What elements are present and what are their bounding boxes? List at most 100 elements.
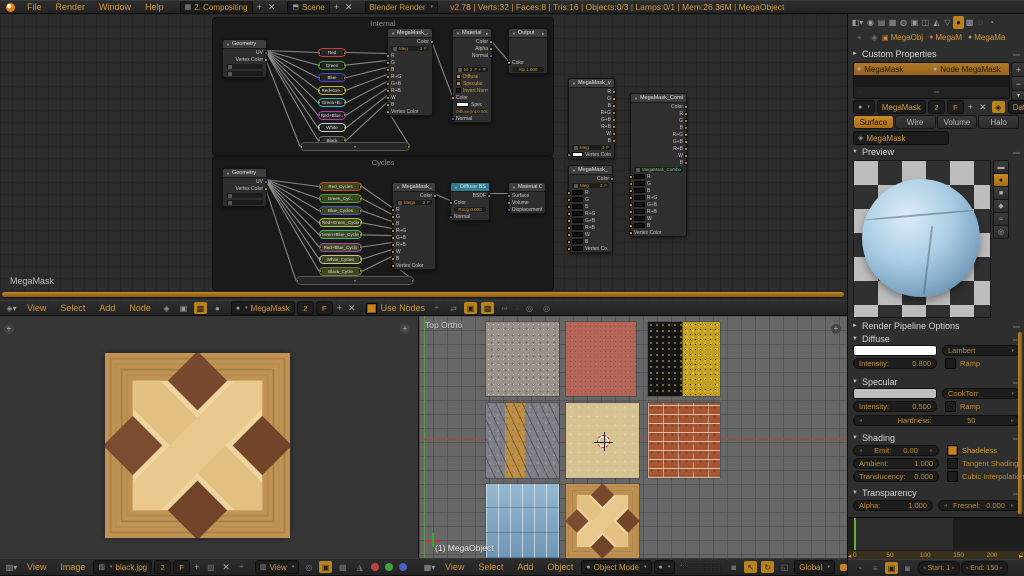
node-header[interactable]: ▼MegaMask_ — [569, 166, 612, 175]
decrement-arrow-icon[interactable]: ◂ — [859, 447, 862, 454]
tab-world-icon[interactable]: ◍ — [898, 16, 909, 29]
output-socket[interactable] — [684, 140, 688, 144]
pin-icon[interactable]: ⌖ — [853, 32, 866, 44]
layers-widget[interactable] — [680, 564, 721, 571]
node-row-g-b[interactable]: G+B — [631, 201, 686, 208]
input-socket[interactable] — [567, 247, 571, 251]
layer-cell[interactable] — [680, 564, 683, 567]
node-row-field[interactable] — [223, 70, 266, 77]
diffuse-shader-dropdown[interactable]: Lambert▾ — [942, 345, 1020, 356]
paint-icon[interactable]: ▩ — [481, 302, 494, 314]
node-row-displacement[interactable]: Displacement — [509, 206, 545, 213]
zoom-border-icon[interactable]: ◎ — [540, 302, 553, 314]
breadcrumb-megama[interactable]: ●MegaMa — [968, 33, 1005, 42]
transform-orientation-selector[interactable]: Global▾ — [794, 560, 835, 574]
diffuse-color-swatch[interactable] — [853, 345, 937, 356]
draw-alpha-icon[interactable]: ▩ — [336, 561, 349, 573]
value-swatch[interactable] — [572, 239, 583, 244]
value-swatch[interactable] — [572, 152, 583, 157]
texture-red-rough[interactable] — [566, 322, 636, 396]
input-socket[interactable] — [567, 226, 571, 230]
monkey-preview-button[interactable]: ◆ — [993, 199, 1009, 213]
tab-modifiers-icon[interactable]: ◭ — [931, 16, 942, 29]
viewport-shading-selector[interactable]: ●▾ — [654, 560, 676, 574]
layer-group[interactable] — [702, 564, 721, 571]
menu-view[interactable]: View — [21, 303, 52, 313]
node-pill-red-blue[interactable]: Red+Blue.. — [318, 111, 346, 120]
checkbox[interactable] — [947, 445, 958, 456]
node-row-g-b[interactable]: G+B — [393, 234, 435, 241]
datablock-field[interactable] — [226, 64, 263, 70]
collapse-arrow-icon[interactable]: ▼ — [634, 96, 638, 101]
compositing-type-icon[interactable]: ▩ — [194, 302, 207, 314]
input-socket[interactable] — [629, 182, 633, 186]
input-socket[interactable] — [629, 203, 633, 207]
fake-user-button[interactable]: F — [947, 100, 964, 114]
output-socket[interactable] — [612, 132, 616, 136]
node-header[interactable]: ▼Geometry — [223, 169, 266, 178]
node-row-w[interactable]: W — [569, 231, 612, 238]
scene-selector[interactable]: ⬒Scene — [287, 0, 329, 14]
menu-render[interactable]: Render — [50, 2, 92, 12]
node-row-field[interactable] — [223, 199, 266, 206]
node-row-alp-1-000[interactable]: Alp 1.000 — [509, 66, 547, 73]
output-socket[interactable] — [343, 126, 346, 130]
input-socket[interactable] — [567, 153, 571, 157]
cube-preview-button[interactable]: ■ — [993, 186, 1009, 200]
checkbox[interactable] — [947, 458, 958, 469]
node-row-r-g[interactable]: R+G — [388, 73, 432, 80]
shading-emitslider[interactable]: ◂Emit:0.00▸ — [853, 445, 939, 456]
clock-icon[interactable]: ◔ — [853, 562, 866, 574]
node-row-b[interactable]: B — [393, 255, 435, 262]
tab-scene-icon[interactable]: ▦ — [887, 16, 898, 29]
close-scene-button[interactable]: ✕ — [343, 2, 355, 13]
unlink-material-button[interactable]: ✕ — [346, 303, 358, 314]
node-row-w[interactable]: W — [388, 94, 432, 101]
node-row-meg[interactable]: Meg3F — [569, 182, 612, 189]
flat-preview-button[interactable]: ▬ — [993, 160, 1009, 174]
output-node[interactable]: ▼Output●ColorAlp 1.000 — [508, 28, 548, 74]
diffuse-bsdf-node[interactable]: ▼Diffuse BSDFBSDFColorRoug 0.000Normal — [450, 182, 490, 221]
output-socket[interactable] — [489, 47, 493, 51]
output-socket[interactable] — [264, 180, 268, 184]
layer-cell[interactable] — [718, 564, 721, 567]
mode-selector[interactable]: ▥View▾ — [255, 560, 299, 574]
hair-preview-button[interactable]: ≈ — [993, 212, 1009, 226]
layer-cell[interactable] — [714, 568, 717, 571]
node-icon[interactable]: ◈ — [868, 32, 881, 44]
datablock-field[interactable]: Meg3F — [572, 145, 611, 151]
layer-cell[interactable] — [684, 564, 687, 567]
input-socket[interactable] — [451, 96, 455, 100]
node-material-field[interactable]: ◈MegaMask — [853, 131, 949, 145]
list-filter-row[interactable]: ◌═ — [854, 87, 1009, 98]
input-socket[interactable] — [567, 219, 571, 223]
input-socket[interactable] — [319, 197, 322, 201]
node-row-g-b[interactable]: G+B — [388, 80, 432, 87]
tab-particles-icon[interactable]: ◌ — [975, 16, 986, 29]
node-row-color[interactable]: Color — [569, 175, 612, 182]
material-name-field[interactable]: MegaMask — [877, 100, 926, 114]
input-socket[interactable] — [629, 217, 633, 221]
input-socket[interactable] — [507, 208, 511, 212]
datablock-field[interactable] — [226, 193, 263, 199]
layer-cell[interactable] — [702, 568, 705, 571]
tab-render-icon[interactable]: ◉ — [865, 16, 876, 29]
screen-layout-selector[interactable]: ▦2. Compositing — [180, 0, 253, 14]
panel-shading[interactable]: ▼Shading▬ — [852, 432, 1020, 444]
shading-tangent-shading-checkbox[interactable]: Tangent Shading — [947, 458, 1018, 469]
breadcrumb-megaobj[interactable]: ▣MegaObj — [882, 33, 923, 42]
output-socket[interactable] — [612, 139, 616, 143]
node-row-field[interactable] — [223, 63, 266, 70]
input-socket[interactable] — [451, 117, 455, 121]
editor-type-button[interactable]: ◈▾ — [5, 302, 18, 314]
node-row-g-b[interactable]: G+B — [569, 217, 612, 224]
specular-ramp-checkbox[interactable]: Ramp — [945, 401, 980, 412]
input-socket[interactable] — [386, 61, 390, 65]
material-datablock-field[interactable]: ●▾MegaMask — [231, 301, 295, 315]
image-canvas-parquet[interactable] — [105, 353, 290, 538]
node-row-b[interactable]: B — [393, 220, 435, 227]
output-socket[interactable] — [343, 113, 346, 117]
editor-type-button[interactable]: ◧▾ — [851, 16, 864, 28]
input-socket[interactable] — [629, 189, 633, 193]
input-socket[interactable] — [300, 145, 303, 149]
